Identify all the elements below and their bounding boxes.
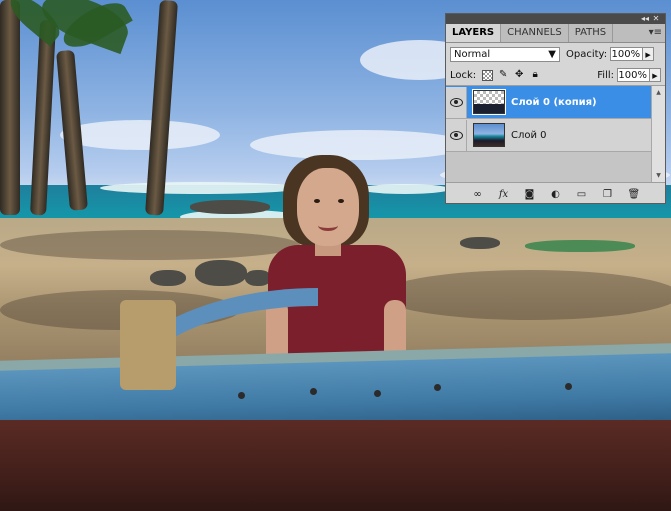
boat-bolt	[565, 383, 572, 390]
panel-bottom-bar: ∞ fx ◙ ◐ ▭ ❐ 🗑︎	[446, 183, 665, 205]
fill-slider-button[interactable]: ▶	[650, 68, 661, 82]
visibility-toggle[interactable]	[446, 119, 467, 151]
boat-hull	[0, 420, 671, 511]
close-icon[interactable]: ✕	[651, 14, 661, 24]
boat-bolt	[310, 388, 317, 395]
layers-scrollbar[interactable]: ▲ ▼	[651, 86, 665, 182]
palm-trunk	[0, 0, 20, 215]
tab-channels[interactable]: CHANNELS	[501, 24, 569, 42]
adjustment-layer-icon[interactable]: ◐	[550, 189, 562, 200]
eye-icon	[449, 130, 463, 140]
layer-name[interactable]: Слой 0 (копия)	[511, 97, 597, 108]
rock	[190, 200, 270, 214]
collapse-icon[interactable]: ◂◂	[639, 14, 651, 24]
trash-icon[interactable]: 🗑︎	[628, 189, 641, 200]
girl-eye	[338, 199, 344, 203]
cloud	[250, 130, 470, 160]
panel-menu-icon[interactable]: ▾≡	[649, 27, 662, 38]
tab-layers[interactable]: LAYERS	[446, 24, 502, 42]
rock	[150, 270, 186, 286]
fx-icon[interactable]: fx	[498, 189, 510, 200]
blend-row: Normal ▼ Opacity: 100% ▶	[446, 43, 665, 65]
girl-smile	[318, 220, 338, 231]
boat-bolt	[238, 392, 245, 399]
blend-mode-value: Normal	[454, 48, 491, 60]
layer-row-base[interactable]: Слой 0	[446, 119, 665, 152]
layers-panel: ◂◂ ✕ LAYERS CHANNELS PATHS ▾≡ Normal ▼ O…	[445, 13, 666, 204]
new-layer-icon[interactable]: ❐	[602, 189, 614, 200]
panel-title-strip: ◂◂ ✕	[446, 14, 665, 24]
fill-label: Fill:	[597, 69, 614, 81]
add-mask-icon[interactable]: ◙	[524, 189, 536, 200]
lock-label: Lock:	[450, 69, 477, 81]
girl-eye	[314, 199, 320, 203]
panel-tabs: LAYERS CHANNELS PATHS ▾≡	[446, 24, 665, 43]
boat-bolt	[434, 384, 441, 391]
lock-pixels-icon[interactable]: ✎	[497, 69, 509, 81]
layer-thumbnail	[472, 89, 506, 115]
lock-transparency-icon[interactable]	[482, 69, 494, 81]
surf	[100, 182, 300, 194]
blend-mode-select[interactable]: Normal ▼	[450, 46, 560, 62]
eye-icon	[449, 97, 463, 107]
visibility-toggle[interactable]	[446, 86, 467, 118]
chevron-down-icon: ▼	[548, 48, 556, 60]
fill-input[interactable]: 100%	[617, 68, 650, 82]
sand-shadow	[380, 270, 671, 320]
lock-position-icon[interactable]: ✥	[513, 69, 525, 81]
new-group-icon[interactable]: ▭	[576, 189, 588, 200]
rock	[460, 237, 500, 249]
rock	[525, 240, 635, 252]
lock-row: Lock: ✎ ✥ 🔒︎ Fill: 100% ▶	[446, 65, 665, 86]
tab-paths[interactable]: PATHS	[569, 24, 614, 42]
girl-face	[297, 168, 359, 246]
layer-name[interactable]: Слой 0	[511, 130, 547, 141]
opacity-input[interactable]: 100%	[610, 47, 644, 61]
layers-list: Слой 0 (копия) Слой 0 ▲ ▼	[446, 86, 665, 183]
link-layers-icon[interactable]: ∞	[472, 189, 484, 200]
scroll-up-icon[interactable]: ▲	[654, 88, 663, 97]
opacity-slider-button[interactable]: ▶	[643, 47, 655, 61]
boat-cleat	[120, 300, 176, 390]
lock-all-icon[interactable]: 🔒︎	[529, 69, 541, 81]
surf	[360, 184, 450, 194]
layer-thumbnail	[473, 123, 505, 147]
boat-bolt	[374, 390, 381, 397]
cloud	[60, 120, 220, 150]
rock	[195, 260, 247, 286]
layer-row-copy[interactable]: Слой 0 (копия)	[446, 86, 665, 119]
opacity-label: Opacity:	[566, 48, 608, 60]
scroll-down-icon[interactable]: ▼	[654, 171, 663, 180]
sand-shadow	[0, 230, 300, 260]
